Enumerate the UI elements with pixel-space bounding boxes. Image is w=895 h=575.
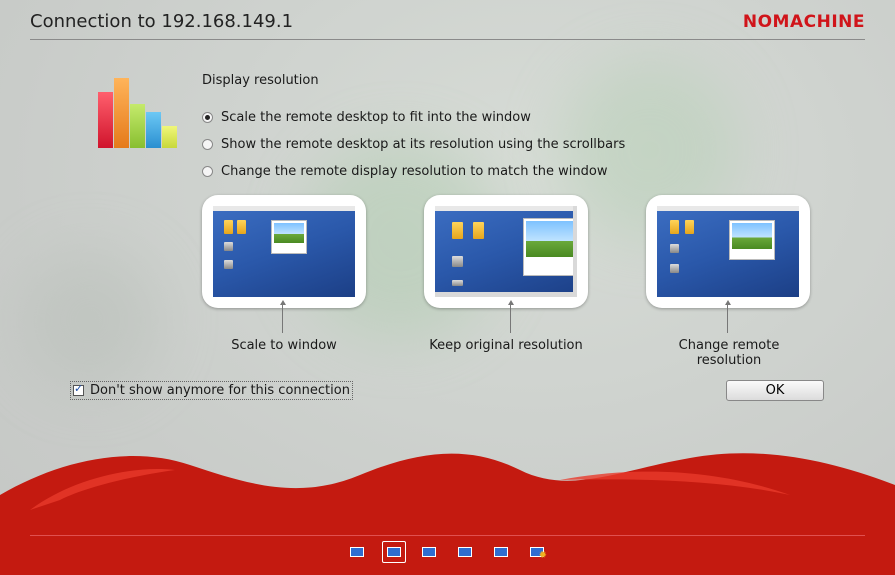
window-thumbnail [271,220,307,254]
dont-show-label: Don't show anymore for this connection [90,383,350,398]
bar-blue [146,112,161,148]
trash-icon [224,260,233,269]
bottom-toolbar: ✹ [0,541,895,565]
bar-red [98,92,113,148]
caption-connector [727,305,728,333]
display-icon-glyph [350,547,364,557]
caption-change-resolution: Change remote resolution [678,338,780,368]
preview-keep-resolution[interactable] [424,195,588,308]
resolution-icon-glyph [422,547,436,557]
shrink-icon[interactable] [491,543,511,561]
option-keep-resolution[interactable]: Show the remote desktop at its resolutio… [202,137,625,152]
option-scale[interactable]: Scale the remote desktop to fit into the… [202,110,531,125]
ok-button[interactable]: OK [726,380,824,401]
radio-change-resolution[interactable] [202,166,213,177]
scrollbar-vertical [573,206,577,297]
drive-icon [670,244,679,253]
section-title: Display resolution [202,73,319,88]
window-title: Connection to 192.168.149.1 [30,11,294,32]
dont-show-checkbox-row[interactable]: ✓ Don't show anymore for this connection [70,381,353,400]
wallpaper-thumbnail [526,221,574,257]
wallpaper-thumbnail [274,223,304,243]
option-change-resolution-label: Change the remote display resolution to … [221,164,608,179]
caption-connector [282,305,283,333]
fullscreen-icon[interactable] [455,543,475,561]
option-change-resolution[interactable]: Change the remote display resolution to … [202,164,607,179]
trash-icon [670,264,679,273]
gear-icon: ✹ [538,550,547,561]
folder-icon [685,220,694,234]
screen-topbar [213,206,355,211]
scrollbar-horizontal [435,292,577,297]
bar-orange [114,78,129,148]
folder-icon [224,220,233,234]
bar-yellow [162,126,177,148]
folder-icon [237,220,246,234]
brand-logo: NOMACHINE [742,12,865,32]
caption-arrow [508,300,514,305]
window-thumbnail [729,220,775,260]
preview-scale-screen [213,206,355,297]
folder-icon [670,220,679,234]
caption-connector [510,305,511,333]
scale-icon-glyph [387,547,401,557]
checkmark-icon: ✓ [74,382,84,395]
folder-icon [452,222,463,239]
screen-topbar [657,206,799,211]
option-keep-resolution-label: Show the remote desktop at its resolutio… [221,137,626,152]
radio-keep-resolution[interactable] [202,139,213,150]
shrink-icon-glyph [494,547,508,557]
footer-divider [30,535,865,536]
radio-scale[interactable] [202,112,213,123]
drive-icon [224,242,233,251]
settings-icon[interactable]: ✹ [527,543,547,561]
fullscreen-icon-glyph [458,547,472,557]
preview-scale[interactable] [202,195,366,308]
screen-topbar [435,206,577,211]
resolution-icon[interactable] [419,543,439,561]
header-divider [30,39,865,40]
preview-keep-screen [435,206,577,297]
resolution-bars-icon [98,78,178,148]
scale-icon[interactable] [382,541,406,563]
option-scale-label: Scale the remote desktop to fit into the… [221,110,531,125]
caption-arrow [280,300,286,305]
drive-icon [452,256,463,267]
preview-change-resolution[interactable] [646,195,810,308]
caption-scale: Scale to window [231,338,337,353]
wallpaper-thumbnail [732,223,772,249]
dont-show-checkbox[interactable]: ✓ [73,382,84,396]
bar-green [130,104,145,148]
preview-change-screen [657,206,799,297]
folder-icon [473,222,484,239]
background-blur [20,250,160,390]
window-thumbnail [523,218,577,276]
caption-arrow [725,300,731,305]
display-icon[interactable] [347,543,367,561]
trash-icon [452,280,463,286]
caption-keep-resolution: Keep original resolution [429,338,583,353]
